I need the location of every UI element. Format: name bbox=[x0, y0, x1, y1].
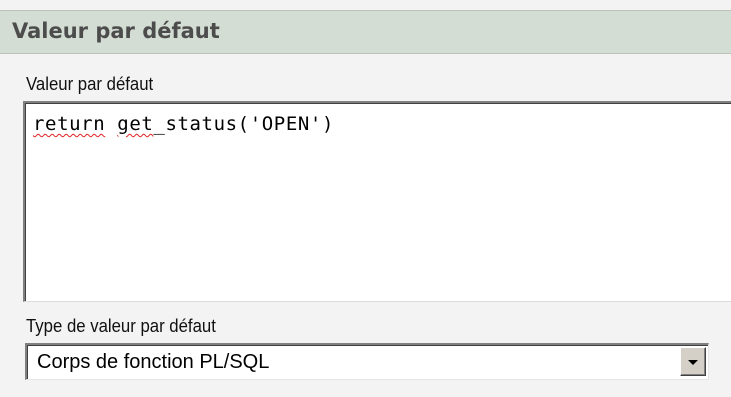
default-type-label: Type de valeur par défaut bbox=[26, 316, 216, 336]
section-title: Valeur par défaut bbox=[12, 19, 220, 43]
default-value-code: return get_status('OPEN') bbox=[33, 113, 334, 135]
default-value-panel: Valeur par défaut Valeur par défaut retu… bbox=[0, 0, 731, 397]
code-token-get: get bbox=[117, 113, 154, 135]
default-type-select[interactable]: Corps de fonction PL/SQL bbox=[25, 343, 709, 380]
default-value-label: Valeur par défaut bbox=[26, 74, 154, 94]
default-type-selected-value: Corps de fonction PL/SQL bbox=[37, 351, 270, 373]
dropdown-button[interactable] bbox=[680, 347, 706, 376]
section-header: Valeur par défaut bbox=[0, 10, 731, 54]
code-token-return: return bbox=[33, 113, 106, 135]
code-token-rest: _status('OPEN') bbox=[153, 113, 334, 135]
default-value-textarea[interactable]: return get_status('OPEN') bbox=[23, 101, 731, 302]
chevron-down-icon bbox=[688, 360, 698, 365]
